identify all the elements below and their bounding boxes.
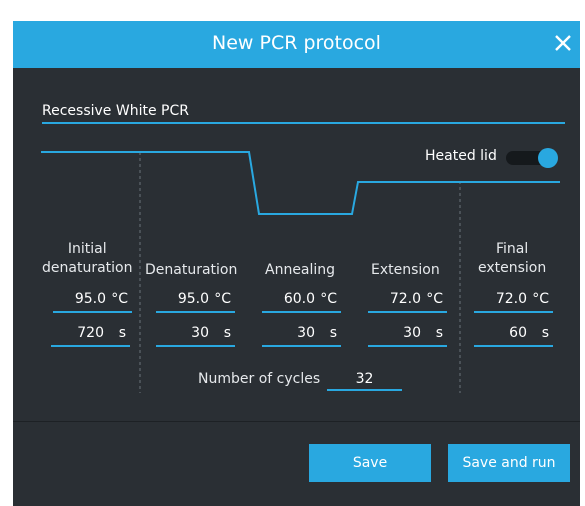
cycles-value: 32 — [355, 371, 374, 387]
duration-value: 30 — [403, 325, 421, 341]
step-label-line: denaturation — [42, 260, 133, 276]
temperature-field-extension[interactable]: 72.0 °C — [368, 289, 447, 313]
duration-unit: s — [541, 325, 549, 341]
duration-unit: s — [118, 325, 126, 341]
duration-unit: s — [223, 325, 231, 341]
footer-divider — [13, 421, 580, 422]
duration-value: 720 — [77, 325, 104, 341]
temperature-field-final-extension[interactable]: 72.0 °C — [474, 289, 553, 313]
duration-field-denaturation[interactable]: 30 s — [156, 323, 235, 347]
save-button[interactable]: Save — [309, 444, 431, 482]
pcr-protocol-dialog: New PCR protocol Heated lid Initial dena… — [13, 21, 580, 506]
temperature-value: 95.0 — [74, 291, 106, 307]
temperature-unit: °C — [426, 291, 443, 307]
temperature-value: 95.0 — [177, 291, 209, 307]
step-label-final-extension: Final extension — [478, 240, 546, 278]
duration-field-annealing[interactable]: 30 s — [262, 323, 341, 347]
temperature-unit: °C — [214, 291, 231, 307]
temperature-value: 60.0 — [283, 291, 315, 307]
temperature-unit: °C — [532, 291, 549, 307]
temperature-field-annealing[interactable]: 60.0 °C — [262, 289, 341, 313]
step-label-line: Initial — [67, 241, 107, 257]
step-label-extension: Extension — [371, 262, 440, 278]
temperature-value: 72.0 — [495, 291, 527, 307]
duration-value: 30 — [191, 325, 209, 341]
heated-lid-label: Heated lid — [425, 148, 497, 164]
step-label-line: extension — [478, 260, 547, 276]
temperature-field-denaturation[interactable]: 95.0 °C — [156, 289, 235, 313]
temperature-unit: °C — [111, 291, 128, 307]
duration-field-initial-denaturation[interactable]: 720 s — [51, 323, 130, 347]
step-label-annealing: Annealing — [265, 262, 336, 278]
temperature-value: 72.0 — [389, 291, 421, 307]
cycles-label: Number of cycles — [198, 371, 321, 387]
duration-unit: s — [329, 325, 337, 341]
temperature-unit: °C — [320, 291, 337, 307]
temperature-field-initial-denaturation[interactable]: 95.0 °C — [53, 289, 132, 313]
duration-value: 30 — [297, 325, 315, 341]
duration-unit: s — [435, 325, 443, 341]
toggle-knob — [538, 148, 558, 168]
temperature-profile-graph — [41, 151, 560, 393]
duration-value: 60 — [509, 325, 527, 341]
duration-field-final-extension[interactable]: 60 s — [474, 323, 553, 347]
heated-lid-toggle[interactable] — [506, 148, 558, 168]
save-and-run-button[interactable]: Save and run — [448, 444, 570, 482]
step-label-denaturation: Denaturation — [145, 262, 238, 278]
duration-field-extension[interactable]: 30 s — [368, 323, 447, 347]
step-label-line: Final — [495, 241, 529, 257]
step-label-initial-denaturation: Initial denaturation — [42, 240, 132, 278]
cycles-field[interactable]: 32 — [327, 369, 402, 391]
